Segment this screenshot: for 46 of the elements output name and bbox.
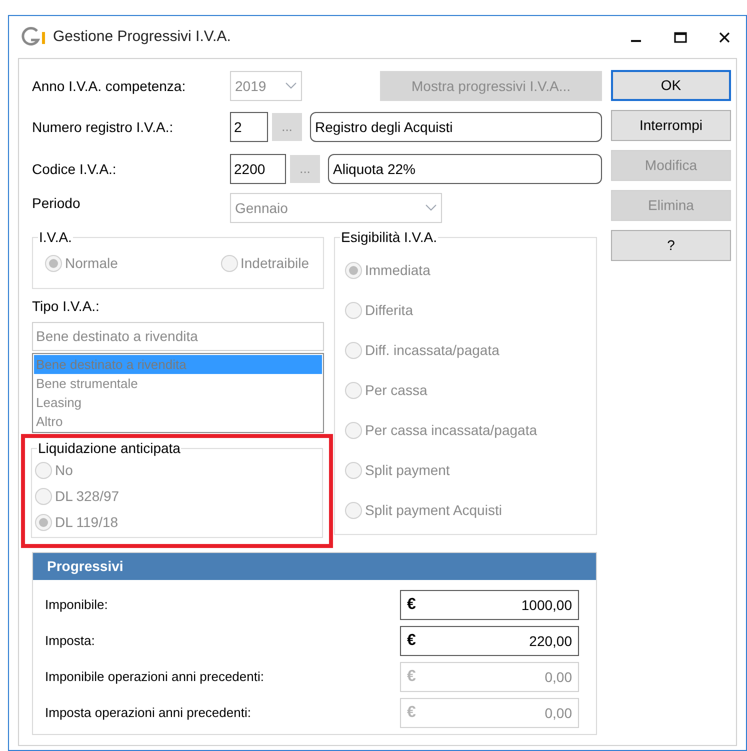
radio-label: DL 119/18 <box>55 512 118 532</box>
field-label: Imponibile operazioni anni precedenti: <box>45 668 265 686</box>
radio-label: Split payment <box>365 460 450 480</box>
radio-label: Per cassa <box>365 380 428 400</box>
field-label: Imposta: <box>45 632 96 650</box>
amount-value: 220,00 <box>529 632 572 650</box>
code-field[interactable]: 2 <box>230 112 268 142</box>
field-label: Numero registro I.V.A.: <box>32 118 174 137</box>
field-label: Imponibile: <box>45 596 109 614</box>
radio-label: Normale <box>65 254 118 272</box>
code-field[interactable]: 2200 <box>230 154 286 184</box>
amount-value: 0,00 <box>544 668 572 686</box>
chevron-down-icon <box>285 82 297 90</box>
radio-label: Split payment Acquisti <box>365 500 502 520</box>
window-title: Gestione Progressivi I.V.A. <box>53 26 231 47</box>
chevron-down-icon <box>425 204 437 212</box>
amount-field[interactable]: € 220,00 <box>400 626 579 656</box>
description-field[interactable]: Registro degli Acquisti <box>310 112 602 142</box>
radio-label: DL 328/97 <box>55 486 120 506</box>
field-label: Tipo I.V.A.: <box>32 297 100 316</box>
close-icon[interactable] <box>719 32 730 42</box>
dialog-button[interactable]: ? <box>611 230 731 261</box>
amount-field[interactable]: € 1000,00 <box>400 590 579 620</box>
radio-label: No <box>55 460 73 480</box>
field-label: Imposta operazioni anni precedenti: <box>45 704 252 722</box>
radio-label: Indetraibile <box>240 254 309 272</box>
radio-label: Differita <box>365 300 413 320</box>
radio-label: Immediata <box>365 260 430 280</box>
currency-symbol: € <box>407 703 416 723</box>
currency-symbol: € <box>407 595 416 615</box>
dialog-button[interactable]: OK <box>611 70 731 101</box>
amount-value: 0,00 <box>544 704 572 722</box>
field-label: Anno I.V.A. competenza: <box>32 76 187 96</box>
panel-header: Progressivi <box>33 553 596 580</box>
maximize-icon[interactable] <box>674 32 687 42</box>
description-field[interactable]: Aliquota 22% <box>328 154 602 184</box>
dialog-button[interactable]: Interrompi <box>611 110 731 141</box>
currency-symbol: € <box>407 667 416 687</box>
lookup-button[interactable]: ... <box>272 113 302 141</box>
lookup-button[interactable]: ... <box>290 155 320 183</box>
currency-symbol: € <box>407 631 416 651</box>
radio-label: Per cassa incassata/pagata <box>365 420 537 440</box>
field-label: Periodo <box>32 194 82 213</box>
field-label: Codice I.V.A.: <box>32 160 118 178</box>
amount-value: 1000,00 <box>521 596 572 614</box>
radio-label: Diff. incassata/pagata <box>365 340 500 360</box>
